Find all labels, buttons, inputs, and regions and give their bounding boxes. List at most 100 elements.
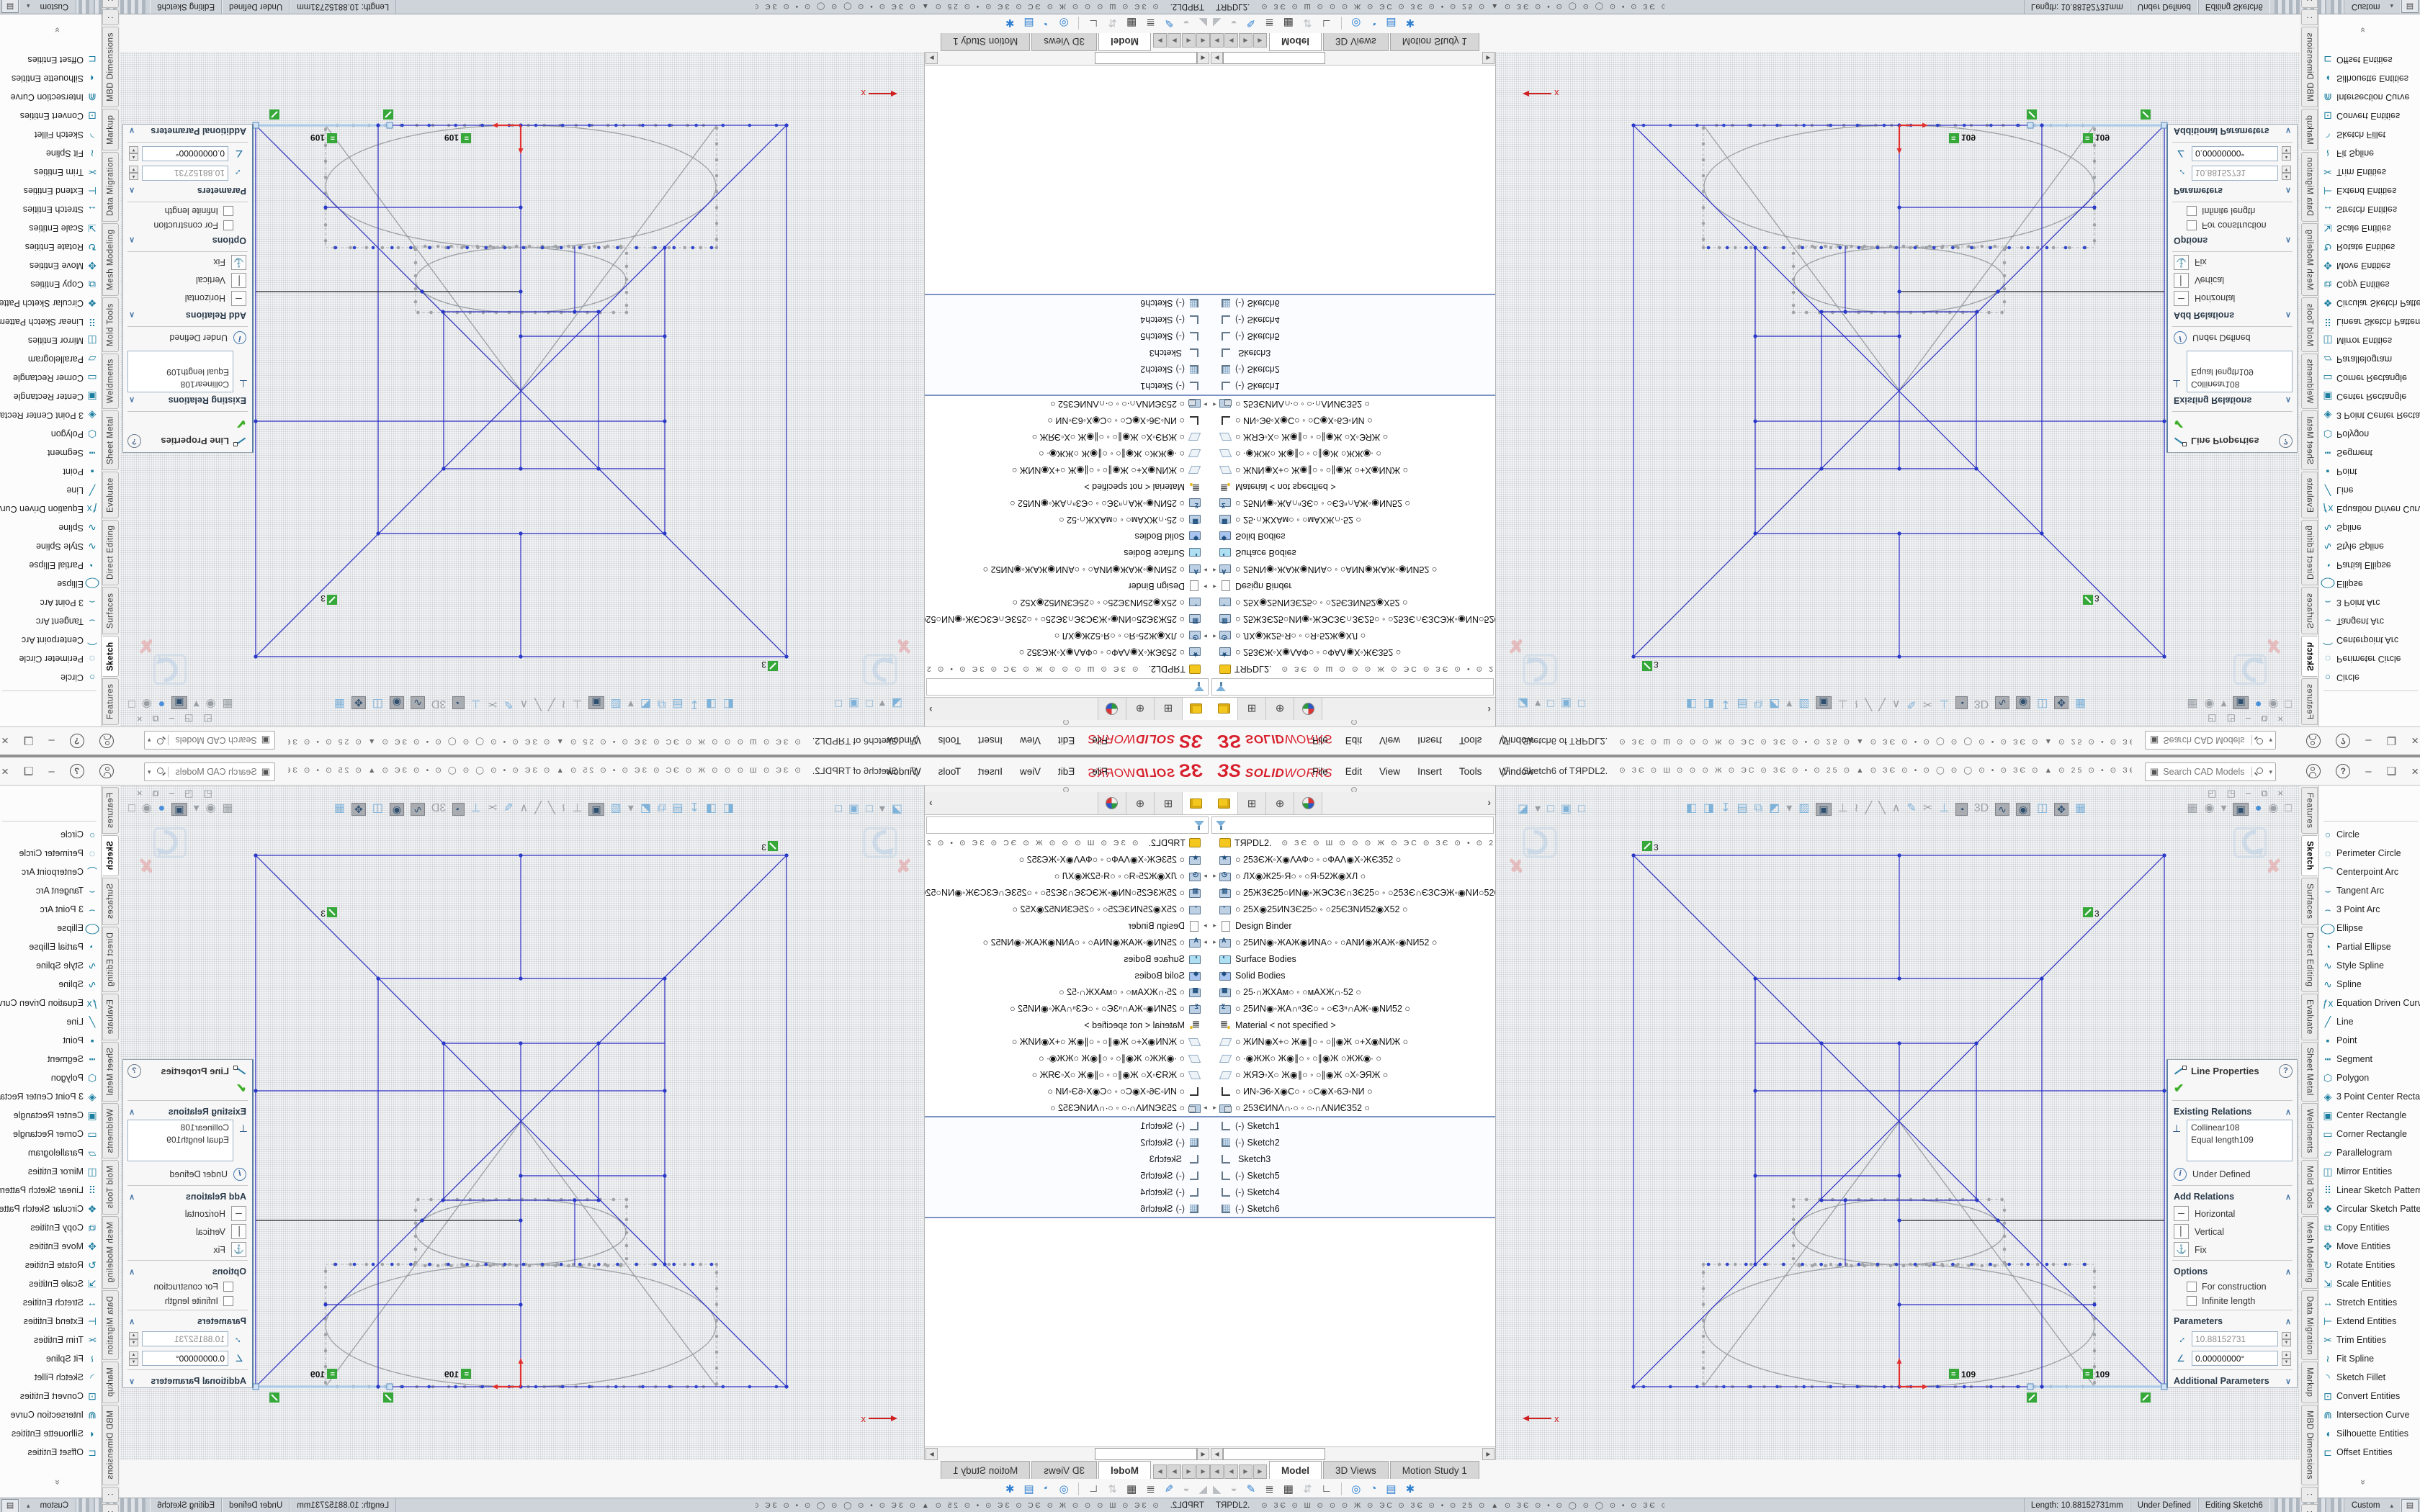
tab-nav-arrow[interactable]: ◀ [1196,33,1210,48]
sketch-tool[interactable]: ⌢ 3 Point Arc [0,593,101,612]
ink-tool-icon[interactable]: ✎ [1247,1482,1256,1495]
sketch-tool[interactable]: ⊢ Extend Entities [2319,1312,2420,1331]
commandmanager-tab[interactable]: : [2301,1487,2318,1503]
tree-horizontal-scrollbar[interactable]: ◀ ▶ [1210,1446,1495,1460]
commandmanager-tab[interactable]: : [2301,1504,2318,1512]
view-tool-icon[interactable]: ⧉ [1754,803,1762,816]
pm-help-icon[interactable]: ? [127,1064,141,1078]
commandmanager-tab[interactable]: Evaluate [2301,472,2318,518]
tab-featuremanager[interactable] [1210,792,1238,814]
sketch-tool[interactable]: ✥ Move Entities [2319,256,2420,275]
sketch-tool[interactable]: ◝ Sketch Fillet [2319,125,2420,144]
view-tool-icon[interactable]: ▨ [1798,696,1809,709]
doc-tab[interactable]: 3D Views [1031,1461,1097,1479]
sketch-tool[interactable]: ◯ Ellipse [0,919,101,937]
sketch-tool[interactable]: ↔ Stretch Entities [2319,1293,2420,1312]
mdi-control-icon[interactable]: ⧉ [2261,788,2267,799]
ink-tool-icon[interactable]: ∟ [1322,1482,1332,1495]
view-tool-icon[interactable]: ◩ [640,696,651,709]
view-tool-icon[interactable]: ▤ [1737,696,1748,709]
tree-root[interactable]: TЯPDL2. ⊙ ЗЄ ⊙ Ш ⊙ ⊙ ⊙ Ж ⊙ ЭС ⊙ ЗЄ ⊙ • ⊙… [1210,834,1495,851]
mdi-control-icon[interactable]: × [2277,788,2283,799]
tree-root[interactable]: TЯPDL2. ⊙ ЗЄ ⊙ Ш ⊙ ⊙ ⊙ Ж ⊙ ЭС ⊙ ЗЄ ⊙ • ⊙… [1210,661,1495,678]
commandmanager-tab[interactable]: Direct Editing [2301,520,2318,585]
relations-listbox[interactable]: Collinear108Equal length109 [127,1120,233,1161]
tab-nav-arrow[interactable]: ◀ [1210,33,1224,48]
menu-item[interactable]: Edit [1345,766,1362,777]
panel-grip[interactable] [1210,720,1495,726]
sketch-tool[interactable]: ƒx Equation Driven Curve [0,500,101,518]
search-input[interactable]: ▣ Search CAD Models ▾ [2145,762,2276,781]
search-scope-icon[interactable]: ▣ [261,734,270,746]
angle-spinner[interactable]: ▲▼ [129,1351,138,1365]
commandmanager-tab[interactable]: Evaluate [2301,994,2318,1040]
expand-arrow-icon[interactable]: ▸ [1210,1104,1219,1112]
additional-parameters-header[interactable]: Additional Parameters ∨ [2168,1372,2297,1389]
sketch-tool[interactable]: ◈ 3 Point Center Recta... [0,406,101,425]
panel-expand-icon[interactable]: › [929,796,933,808]
status-tag-icon[interactable]: ▤ [1,0,19,14]
commandmanager-tab[interactable]: Mold Tools [2301,1160,2318,1215]
view-tool-icon[interactable]: ▣ [1561,697,1572,708]
add-relation-button[interactable]: ─ Horizontal [123,289,252,307]
tab-configurationmanager[interactable]: ⊕ [1126,698,1154,720]
mdi-control-icon[interactable]: ⧉ [153,788,159,799]
panel-expand-icon[interactable]: › [929,704,933,716]
view-tool-icon[interactable]: ◫ [2037,803,2048,816]
commandmanager-tab[interactable]: Mesh Modeling [102,223,119,295]
search-dropdown-icon[interactable]: ▾ [2269,737,2272,744]
tree-sketch-item[interactable]: (-) Sketch5 [925,1167,1210,1184]
menu-item[interactable]: Tools [1459,736,1482,747]
tree-item[interactable]: ○ ∙◉ЖЖ○ Ж◉∥○ ◦ ○∥◉Ж ○ЖЖ◉∙ ○ [925,446,1210,462]
mdi-control-icon[interactable]: ⧉ [2261,713,2267,724]
view-tool-icon[interactable]: ╱ [1865,803,1873,816]
tree-item[interactable]: ○ 25ИN◉◦ЖА∩ⁿЗЄ○ ◦ ○ЄЗⁿ∩АЖ◦◉NИ52 ○ [1210,1000,1495,1017]
expand-arrow-icon[interactable]: ▸ [1201,632,1210,640]
tab-nav-arrow[interactable]: ▶ [1253,33,1267,48]
angle-spinner[interactable]: ▲▼ [2282,147,2291,161]
tab-propertymanager[interactable]: ⊞ [1238,792,1266,814]
sketch-tool[interactable]: ≀ Fit Spline [2319,1349,2420,1368]
tree-sketch-item[interactable]: Sketch3 [925,345,1210,361]
tree-item[interactable]: ○ 25ИN◉◦ЖА∩ⁿЗЄ○ ◦ ○ЄЗⁿ∩АЖ◦◉NИ52 ○ [1210,495,1495,512]
tree-item[interactable]: ○ 25Х◉25ИNЗЄ25○ ◦ ○25ЄЗNИ52◉Х52 ○ [1210,901,1495,917]
tree-filter-input[interactable] [926,816,1209,834]
tree-sketch-item[interactable]: (-) Sketch1 [925,378,1210,395]
tree-filter-input[interactable] [1211,678,1494,696]
tree-root[interactable]: TЯPDL2. ⊙ ЗЄ ⊙ Ш ⊙ ⊙ ⊙ Ж ⊙ ЭС ⊙ ЗЄ ⊙ • ⊙… [925,834,1210,851]
doc-tab[interactable]: Motion Study 1 [1390,1461,1479,1479]
commandmanager-tab[interactable]: Data Migration [2301,1290,2318,1361]
expand-arrow-icon[interactable]: ▸ [1201,582,1210,590]
view-tool-icon[interactable]: 3D [1974,696,1989,709]
tree-item[interactable]: ○ 25ИN◉◦ЖА∩ⁿЗЄ○ ◦ ○ЄЗⁿ∩АЖ◦◉NИ52 ○ [925,495,1210,512]
tree-item[interactable]: ○ 25∙∩ЖХАм○ ◦ ○мАХЖ∩∙52 ○ [925,984,1210,1000]
view-tool-icon[interactable]: ∿ [1995,696,2009,709]
angle-field[interactable]: 0.00000000° [142,146,228,161]
sketch-tool[interactable]: ↻ Rotate Entities [0,1256,101,1274]
add-relation-button[interactable]: ⚓ Fix [2168,253,2297,271]
length-field[interactable]: 10.88152731 [142,166,228,181]
view-tool-icon[interactable]: ⊥ [1838,803,1848,816]
tree-item[interactable]: ▸ Design Binder [925,917,1210,934]
view-tool-icon[interactable]: ≀ [1855,803,1859,816]
commandmanager-tab[interactable]: Sketch [102,636,119,677]
menu-item[interactable]: Edit [1058,736,1075,747]
view-tool-icon[interactable]: ● [158,803,166,816]
angle-spinner[interactable]: ▲▼ [129,147,138,161]
tree-item[interactable]: ▸ ○ ЛХ◉Ж25◦Я○ ◦ ○Я◦52Ж◉ХЛ ○ [1210,628,1495,644]
commandmanager-tab[interactable]: Sheet Metal [102,410,119,470]
sketch-tool[interactable]: ╱ Line [0,1012,101,1031]
commandmanager-tab[interactable]: Data Migration [2301,152,2318,222]
sketch-tool[interactable]: ⊡ Convert Entities [0,1387,101,1405]
sketch-tool[interactable]: ◌ Perimeter Circle [0,844,101,863]
checkbox[interactable] [2187,206,2197,216]
tree-sketch-item[interactable]: Sketch3 [1210,345,1495,361]
checkbox[interactable] [223,206,233,216]
sketch-tool[interactable]: ▪ Point [0,462,101,481]
view-tool-icon[interactable]: ▾ [2220,803,2226,816]
mdi-control-icon[interactable]: ◳ [184,788,193,799]
parameters-header[interactable]: Parameters ∧ [123,1312,252,1329]
sketch-tool[interactable]: ▪ Point [2319,1031,2420,1050]
sketch-tool[interactable]: ▱ Parallelogram [2319,1143,2420,1162]
tree-item[interactable]: ▸ Design Binder [1210,578,1495,595]
